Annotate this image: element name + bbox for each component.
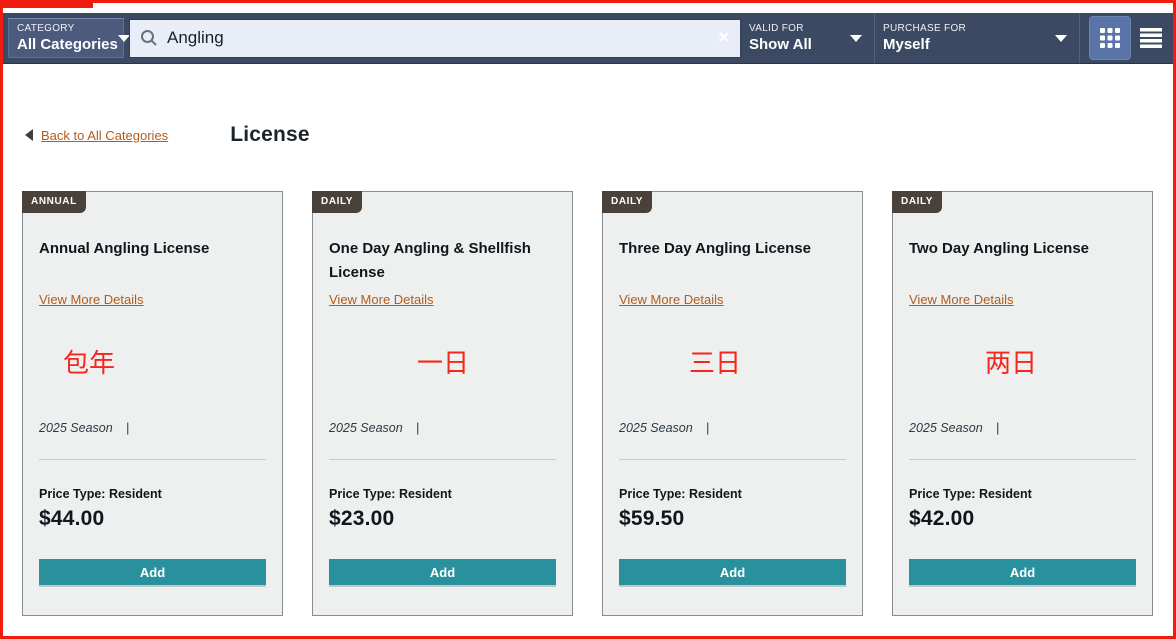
list-icon <box>1139 27 1163 49</box>
category-dropdown[interactable]: CATEGORY All Categories <box>8 18 124 58</box>
price-type-label: Price Type: <box>39 487 105 501</box>
price-type-value: Resident <box>689 487 742 501</box>
search-box[interactable]: ✕ <box>129 19 741 58</box>
season-separator: | <box>706 421 709 435</box>
purchase-for-label: PURCHASE FOR <box>883 23 966 36</box>
season-label: 2025 Season <box>329 421 403 435</box>
list-view-button[interactable] <box>1131 16 1171 60</box>
license-card: DAILY Three Day Angling License View Mor… <box>602 191 863 616</box>
view-more-details-link[interactable]: View More Details <box>329 292 434 307</box>
season-label: 2025 Season <box>619 421 693 435</box>
license-title: Two Day Angling License <box>909 237 1136 291</box>
duration-badge: DAILY <box>602 191 652 213</box>
search-icon <box>140 29 158 47</box>
license-card: DAILY One Day Angling & Shellfish Licens… <box>312 191 573 616</box>
valid-for-value: Show All <box>749 36 812 53</box>
price-type-value: Resident <box>109 487 162 501</box>
view-toggle <box>1079 13 1171 63</box>
price: $59.50 <box>619 507 846 531</box>
duration-badge: DAILY <box>312 191 362 213</box>
season-row: 2025 Season | <box>329 421 556 435</box>
season-label: 2025 Season <box>909 421 983 435</box>
season-separator: | <box>416 421 419 435</box>
season-row: 2025 Season | <box>619 421 846 435</box>
add-button[interactable]: Add <box>329 559 556 585</box>
add-button[interactable]: Add <box>39 559 266 585</box>
season-row: 2025 Season | <box>909 421 1136 435</box>
price-type: Price Type: Resident <box>329 487 556 501</box>
chevron-down-icon <box>1055 35 1067 42</box>
back-arrow-icon <box>25 129 33 141</box>
annotation-text: 包年 <box>39 349 266 381</box>
price: $42.00 <box>909 507 1136 531</box>
topbar: CATEGORY All Categories ✕ VALID FOR Show… <box>3 13 1173 63</box>
divider <box>619 459 846 460</box>
valid-for-dropdown[interactable]: VALID FOR Show All <box>741 13 874 63</box>
price: $44.00 <box>39 507 266 531</box>
divider <box>329 459 556 460</box>
card-row: ANNUAL Annual Angling License View More … <box>3 191 1173 616</box>
price-type: Price Type: Resident <box>619 487 846 501</box>
category-value: All Categories <box>17 36 118 53</box>
grid-icon <box>1099 27 1121 49</box>
price-type-value: Resident <box>979 487 1032 501</box>
back-to-all-categories-link[interactable]: Back to All Categories <box>41 128 168 143</box>
license-title: Three Day Angling License <box>619 237 846 291</box>
category-label: CATEGORY <box>17 23 118 36</box>
annotation-red-notch <box>3 3 93 8</box>
price: $23.00 <box>329 507 556 531</box>
purchase-for-value: Myself <box>883 36 966 53</box>
clear-search-icon[interactable]: ✕ <box>717 31 730 46</box>
grid-view-button[interactable] <box>1089 16 1131 60</box>
view-more-details-link[interactable]: View More Details <box>39 292 144 307</box>
license-card: DAILY Two Day Angling License View More … <box>892 191 1153 616</box>
search-input[interactable] <box>167 28 730 48</box>
purchase-for-dropdown[interactable]: PURCHASE FOR Myself <box>874 13 1079 63</box>
license-title: Annual Angling License <box>39 237 266 291</box>
season-separator: | <box>996 421 999 435</box>
page: CATEGORY All Categories ✕ VALID FOR Show… <box>0 0 1176 639</box>
annotation-text: 一日 <box>329 349 556 381</box>
add-button[interactable]: Add <box>619 559 846 585</box>
view-more-details-link[interactable]: View More Details <box>909 292 1014 307</box>
page-title: License <box>230 123 310 147</box>
license-card: ANNUAL Annual Angling License View More … <box>22 191 283 616</box>
divider <box>909 459 1136 460</box>
valid-for-label: VALID FOR <box>749 23 812 36</box>
annotation-text: 两日 <box>909 349 1136 381</box>
price-type-value: Resident <box>399 487 452 501</box>
price-type-label: Price Type: <box>329 487 395 501</box>
season-row: 2025 Season | <box>39 421 266 435</box>
purchase-for-text: PURCHASE FOR Myself <box>883 23 966 53</box>
license-title: One Day Angling & Shellfish License <box>329 237 556 291</box>
price-type-label: Price Type: <box>909 487 975 501</box>
chevron-down-icon <box>850 35 862 42</box>
breadcrumb: Back to All Categories License <box>25 123 1173 147</box>
season-separator: | <box>126 421 129 435</box>
add-button[interactable]: Add <box>909 559 1136 585</box>
duration-badge: ANNUAL <box>22 191 86 213</box>
view-more-details-link[interactable]: View More Details <box>619 292 724 307</box>
season-label: 2025 Season <box>39 421 113 435</box>
price-type: Price Type: Resident <box>909 487 1136 501</box>
price-type: Price Type: Resident <box>39 487 266 501</box>
duration-badge: DAILY <box>892 191 942 213</box>
annotation-text: 三日 <box>619 349 846 381</box>
valid-for-text: VALID FOR Show All <box>749 23 812 53</box>
price-type-label: Price Type: <box>619 487 685 501</box>
divider <box>39 459 266 460</box>
category-dropdown-text: CATEGORY All Categories <box>17 23 118 53</box>
